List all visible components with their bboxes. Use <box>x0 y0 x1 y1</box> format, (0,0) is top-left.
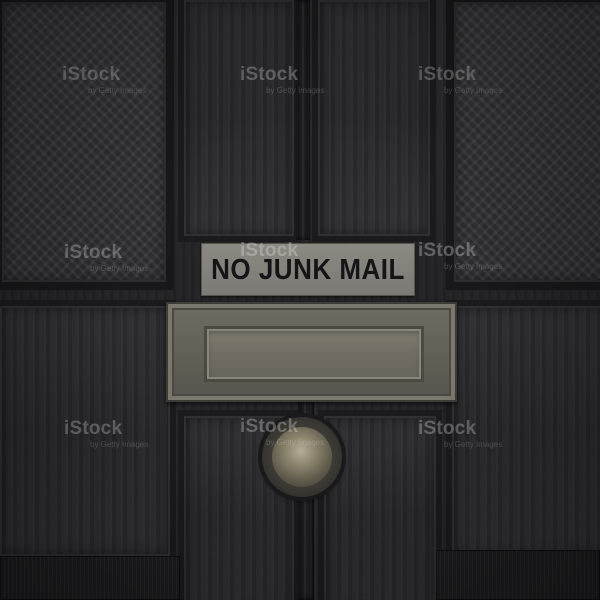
bottom-moulding-right <box>436 550 600 600</box>
watermark-sub-9: by Getty Images <box>444 440 503 449</box>
bottom-moulding-left <box>0 556 180 600</box>
door-photo: NO JUNK MAIL iStock by Getty Images iSto… <box>0 0 600 600</box>
watermark-sub-3: by Getty Images <box>444 86 503 95</box>
upper-left-glass-panel <box>0 0 174 290</box>
door-knob-center <box>272 427 332 487</box>
watermark-sub-8: by Getty Images <box>266 438 325 447</box>
watermark-sub-6: by Getty Images <box>444 262 503 271</box>
watermark-sub-7: by Getty Images <box>90 440 149 449</box>
sign-text: NO JUNK MAIL <box>211 252 405 286</box>
watermark-sub-1: by Getty Images <box>88 86 147 95</box>
center-mullion-upper <box>296 0 310 240</box>
no-junk-mail-sign: NO JUNK MAIL <box>201 243 415 296</box>
upper-center-left-panel <box>178 0 300 242</box>
lower-right-panel <box>446 300 600 562</box>
door-knob <box>262 417 342 497</box>
watermark-sub-2: by Getty Images <box>266 86 325 95</box>
lower-left-panel <box>0 300 176 562</box>
watermark-sub-4: by Getty Images <box>90 264 149 273</box>
upper-center-right-panel <box>312 0 436 242</box>
letterbox-flap <box>204 326 424 382</box>
letterbox-plate <box>166 302 457 402</box>
upper-right-glass-panel <box>446 0 600 290</box>
